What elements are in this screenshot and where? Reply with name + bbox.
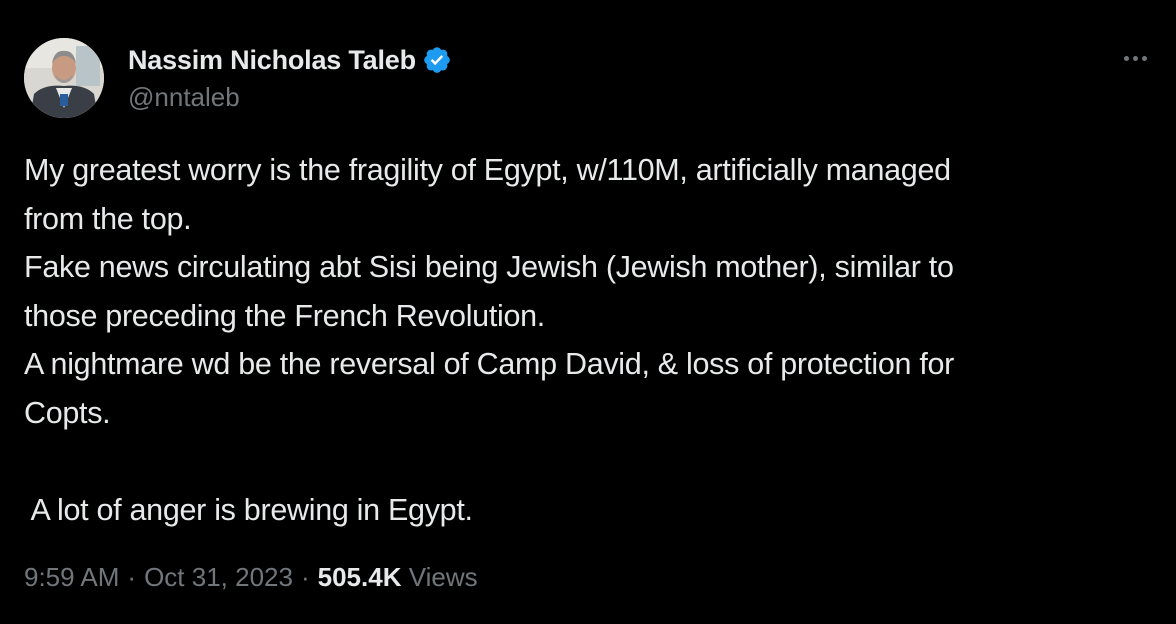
tweet-date: Oct 31, 2023 <box>144 562 293 592</box>
tweet-text-line: from the top. <box>24 201 192 236</box>
tweet-card: Nassim Nicholas Taleb @nntaleb My greate… <box>0 0 1176 624</box>
more-options-button[interactable] <box>1118 44 1152 72</box>
more-horizontal-icon <box>1123 55 1129 61</box>
tweet-text-line: A nightmare wd be the reversal of Camp D… <box>24 347 955 381</box>
tweet-text-line: those preceding the French Revolution. <box>24 298 545 333</box>
meta-separator: · <box>127 562 137 592</box>
more-horizontal-icon <box>1132 55 1138 61</box>
author-display-name[interactable]: Nassim Nicholas Taleb <box>128 45 416 76</box>
author-name-row: Nassim Nicholas Taleb <box>128 42 452 78</box>
tweet-text-line: A lot of anger is brewing in Egypt. <box>24 492 473 527</box>
author-handle[interactable]: @nntaleb <box>128 82 240 113</box>
tweet-time: 9:59 AM <box>24 562 120 592</box>
verified-badge-icon[interactable] <box>422 45 452 75</box>
more-horizontal-icon <box>1141 55 1147 61</box>
views-count: 505.4K <box>317 562 402 592</box>
tweet-text-line <box>24 437 1144 486</box>
tweet-meta: 9:59 AM · Oct 31, 2023 · 505.4K Views <box>24 562 478 593</box>
avatar-image <box>24 38 104 118</box>
views-spacer <box>401 562 408 592</box>
views-link[interactable]: 505.4K Views <box>318 562 478 593</box>
meta-separator: · <box>300 562 310 592</box>
avatar[interactable] <box>24 38 104 118</box>
tweet-text-line: Fake news circulating abt Sisi being Jew… <box>24 250 954 284</box>
tweet-text: My greatest worry is the fragility of Eg… <box>24 146 1144 534</box>
tweet-timestamp[interactable]: 9:59 AM · Oct 31, 2023 <box>24 562 293 593</box>
views-label: Views <box>408 562 478 592</box>
tweet-text-line: Copts. <box>24 395 111 430</box>
tweet-text-line: My greatest worry is the fragility of Eg… <box>24 153 951 187</box>
